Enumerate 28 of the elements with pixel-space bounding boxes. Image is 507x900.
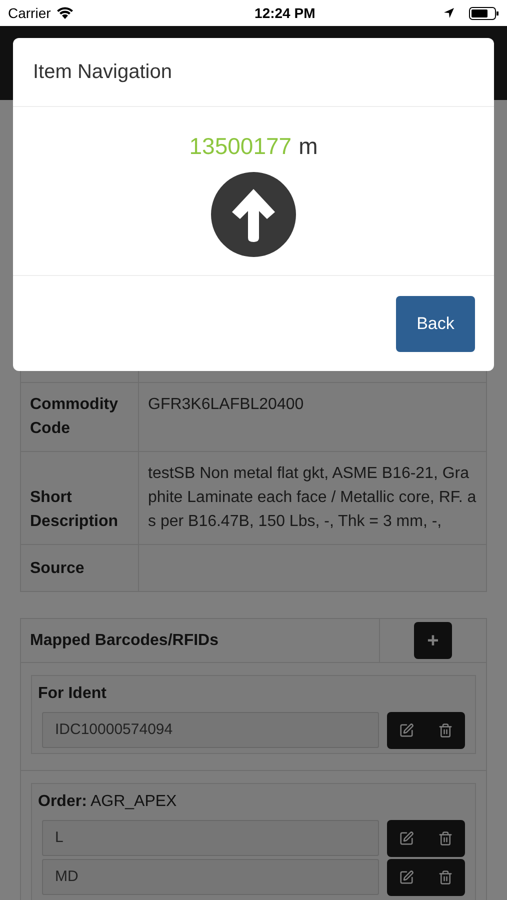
trash-icon — [438, 831, 453, 846]
barcode-field[interactable]: IDC10000574094 — [42, 712, 379, 748]
location-icon — [443, 7, 455, 19]
back-button[interactable]: Back — [396, 296, 475, 352]
edit-icon — [399, 723, 414, 738]
battery-icon — [469, 6, 499, 20]
edit-icon — [399, 870, 414, 885]
distance-value: 13500177 — [189, 132, 292, 161]
panel-title: Mapped Barcodes/RFIDs — [21, 619, 380, 662]
barcode-field[interactable]: MD — [42, 859, 379, 895]
detail-value: testSB Non metal flat gkt, ASME B16-21, Graphite Laminate each face / Metallic core, RF. as per B16.47B, 150 Lbs, -, Thk = 3 mm, -, — [147, 464, 478, 532]
detail-label: Short Description — [21, 452, 139, 544]
detail-label: Commodity Code — [21, 383, 139, 451]
carrier-label: Carrier — [8, 4, 51, 22]
add-button[interactable]: + — [414, 622, 452, 659]
edit-icon — [399, 831, 414, 846]
detail-value: GFR3K6LAFBL20400 — [147, 395, 305, 415]
wifi-icon — [56, 7, 73, 19]
barcode-field[interactable]: L — [42, 820, 379, 856]
arrow-up-icon — [211, 172, 296, 256]
trash-icon — [438, 723, 453, 738]
detail-label: Source — [21, 545, 139, 591]
group-heading: Order: AGR_APEX — [37, 792, 178, 812]
clock-time: 12:24 PM — [254, 4, 316, 22]
group-heading: For Ident — [37, 684, 108, 704]
dialog-title: Item Navigation — [33, 60, 172, 85]
trash-icon — [438, 870, 453, 885]
distance-unit: m — [298, 132, 318, 161]
